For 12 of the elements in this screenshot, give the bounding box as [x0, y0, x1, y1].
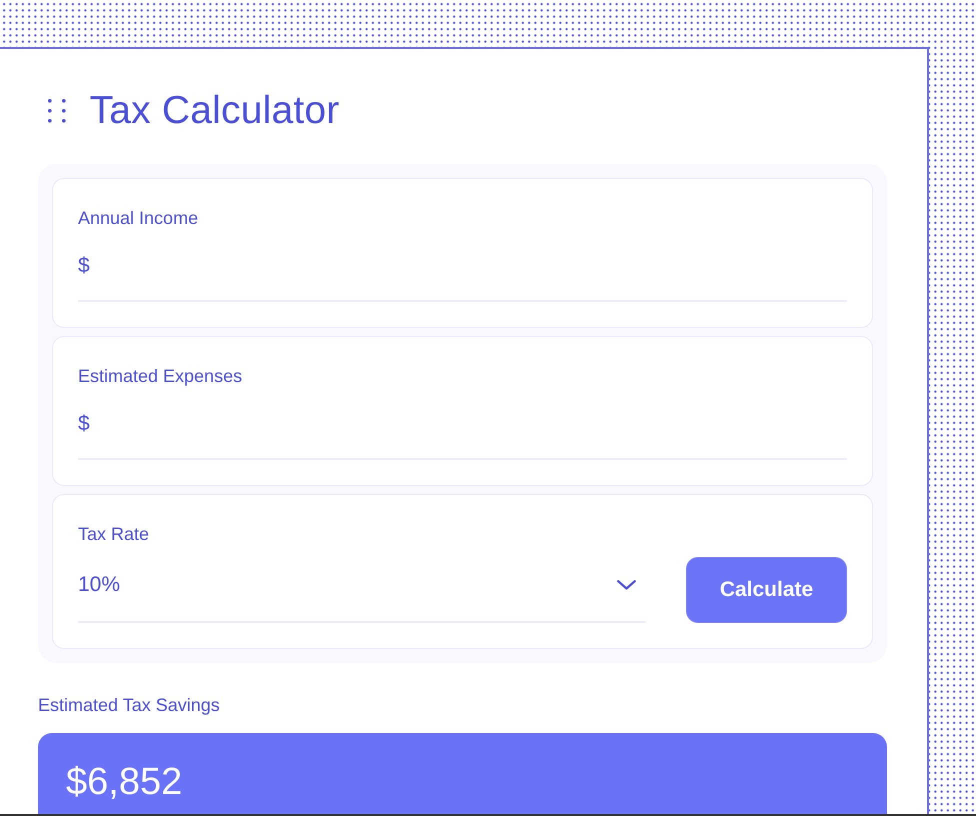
- result-value: $6,852: [66, 760, 184, 805]
- drag-handle-icon[interactable]: [48, 99, 66, 123]
- field-label: Estimated Expenses: [78, 365, 244, 387]
- tax-rate-select[interactable]: 10%: [78, 558, 646, 623]
- calculate-button[interactable]: Calculate: [686, 557, 847, 623]
- field-label: Annual Income: [78, 207, 200, 229]
- app-title: Tax Calculator: [90, 88, 340, 134]
- chevron-down-icon: [617, 580, 636, 590]
- field-label: Tax Rate: [78, 523, 150, 545]
- amount-field[interactable]: $: [78, 250, 847, 302]
- amount-field[interactable]: $: [78, 408, 847, 460]
- result-label: Estimated Tax Savings: [38, 694, 221, 716]
